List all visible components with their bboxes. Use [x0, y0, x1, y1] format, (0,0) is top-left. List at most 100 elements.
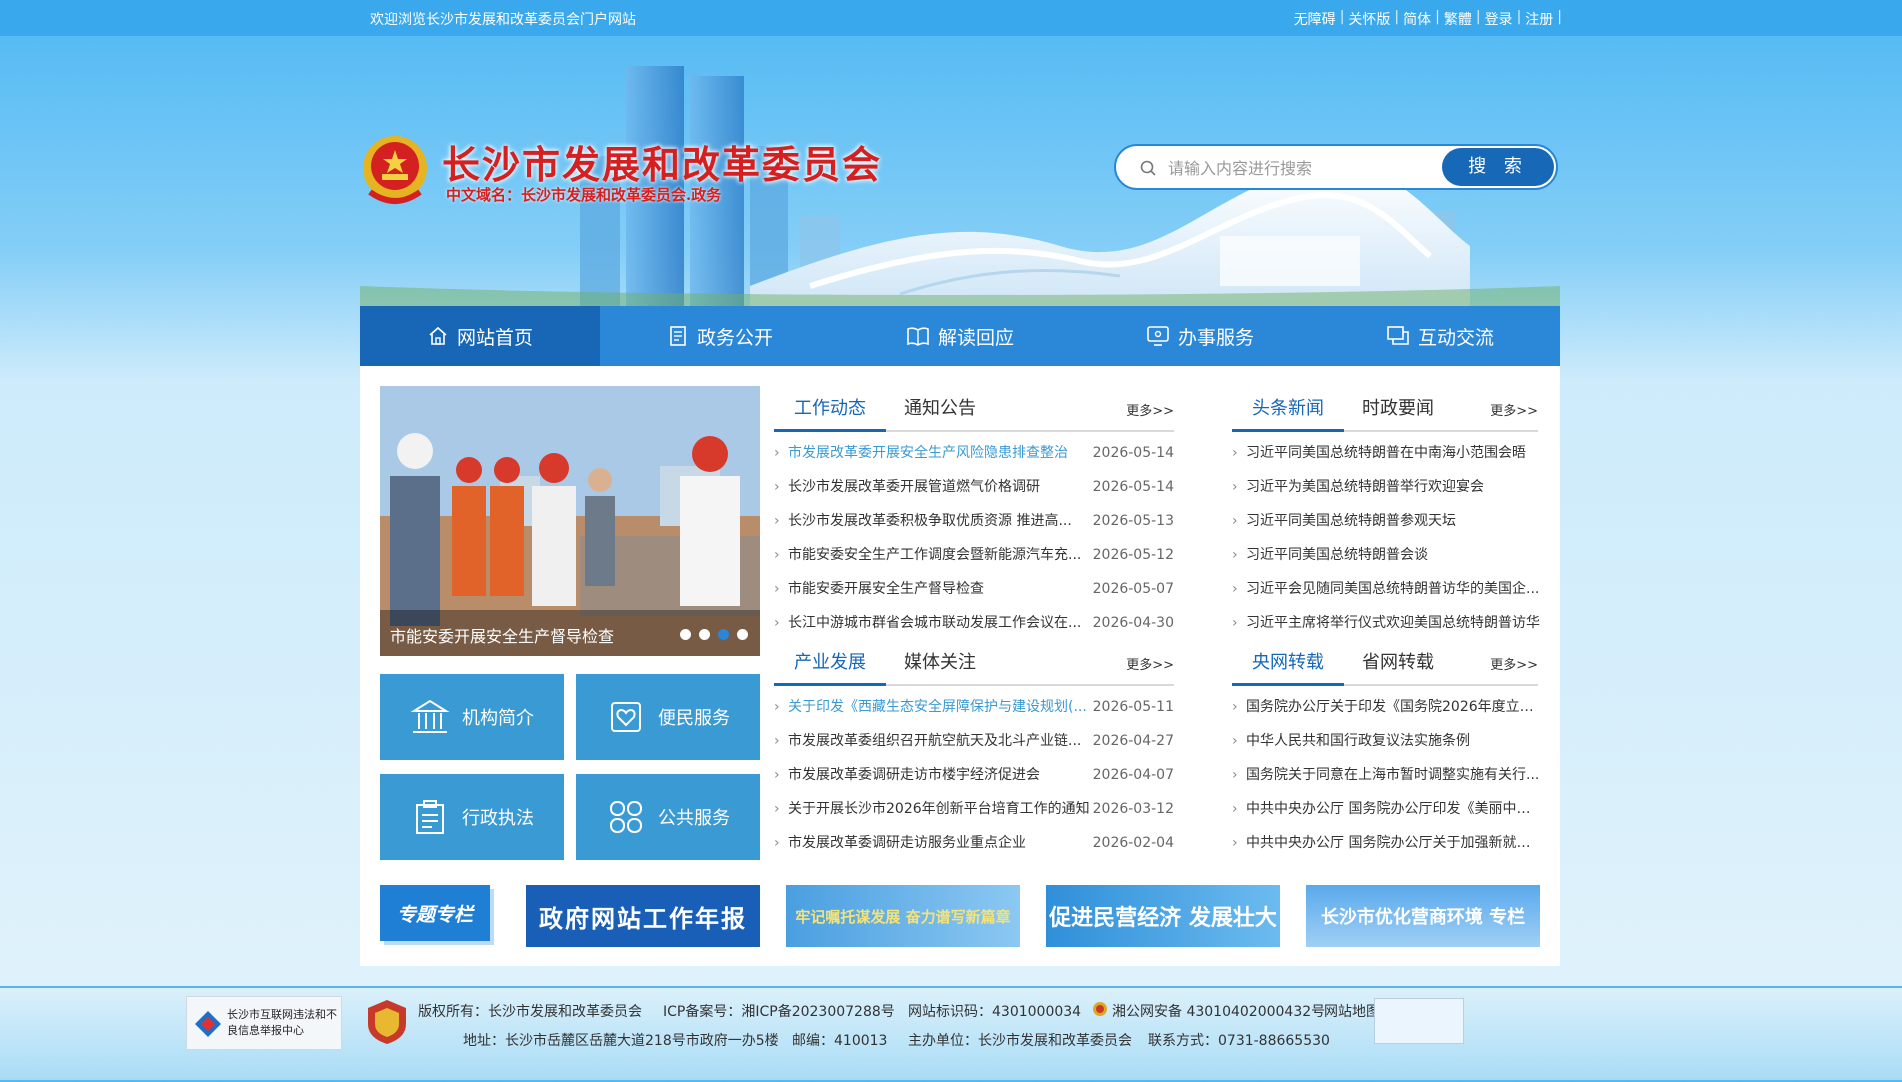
accessibility-link[interactable]: 无障碍	[1294, 9, 1336, 29]
slider-dots	[672, 629, 748, 640]
footer-sitemap[interactable]: 网站地图	[1324, 1001, 1380, 1021]
document-icon	[670, 326, 686, 346]
login-link[interactable]: 登录	[1485, 9, 1513, 29]
welcome-text: 欢迎浏览长沙市发展和改革委员会门户网站	[370, 12, 636, 28]
traditional-link[interactable]: 繁體	[1444, 9, 1472, 29]
list-item[interactable]: 习近平会见随同美国总统特朗普访华的美国企...	[1232, 572, 1539, 606]
list-item[interactable]: 中华人民共和国行政复议法实施条例	[1232, 724, 1538, 758]
slider-dot[interactable]	[699, 629, 710, 640]
list-item[interactable]: 市发展改革委调研走访市楼宇经济促进会2026-04-07	[774, 758, 1174, 792]
list-item[interactable]: 市能安委开展安全生产督导检查2026-05-07	[774, 572, 1174, 606]
list-item[interactable]: 中共中央办公厅 国务院办公厅印发《美丽中国...	[1232, 792, 1542, 826]
work-news-list: 市发展改革委开展安全生产风险隐患排查整治2026-05-14 长沙市发展改革委开…	[774, 436, 1174, 640]
list-item[interactable]: 长沙市发展改革委开展管道燃气价格调研2026-05-14	[774, 470, 1174, 504]
nav-services[interactable]: 办事服务	[1080, 306, 1320, 366]
list-item[interactable]: 关于印发《西藏生态安全屏障保护与建设规划(...2026-05-11	[774, 690, 1174, 724]
national-emblem-logo	[363, 136, 427, 204]
banner-annual-report[interactable]: 政府网站工作年报	[526, 885, 760, 947]
nav-interaction[interactable]: 互动交流	[1320, 306, 1560, 366]
report-center-badge[interactable]: 长沙市互联网违法和不良信息举报中心	[186, 996, 342, 1050]
tile-public-services[interactable]: 公共服务	[576, 774, 760, 860]
search-box: 搜 索	[1114, 144, 1558, 190]
list-item[interactable]: 习近平主席将举行仪式欢迎美国总统特朗普访华	[1232, 606, 1540, 640]
footer-icp[interactable]: ICP备案号：湘ICP备2023007288号	[663, 1001, 895, 1021]
list-item[interactable]: 习近平同美国总统特朗普会谈	[1232, 538, 1538, 572]
tile-institution[interactable]: 机构简介	[380, 674, 564, 760]
list-item[interactable]: 市发展改革委调研走访服务业重点企业2026-02-04	[774, 826, 1174, 860]
more-link[interactable]: 更多>>	[1126, 400, 1174, 419]
chat-icon	[1387, 326, 1409, 345]
list-item[interactable]: 长江中游城市群省会城市联动发展工作会议在...2026-04-30	[774, 606, 1174, 640]
tab-notices[interactable]: 通知公告	[904, 394, 976, 420]
industry-tabs: 产业发展 媒体关注 更多>>	[774, 640, 1174, 686]
register-link[interactable]: 注册	[1525, 9, 1553, 29]
tile-public-services-label: 公共服务	[658, 808, 730, 829]
main-nav: 网站首页 政务公开 解读回应 办事服务 互动交流	[360, 306, 1560, 366]
tab-politics[interactable]: 时政要闻	[1362, 394, 1434, 420]
tab-industry[interactable]: 产业发展	[794, 648, 866, 674]
footer-contact: 联系方式：0731-88665530	[1148, 1033, 1330, 1049]
elderly-mode-link[interactable]: 关怀版	[1348, 9, 1390, 29]
error-report-badge-placeholder[interactable]	[1374, 998, 1464, 1044]
list-item[interactable]: 习近平同美国总统特朗普参观天坛	[1232, 504, 1538, 538]
nav-home-label: 网站首页	[456, 326, 533, 349]
central-panel: 央网转载 省网转载 更多>> 国务院办公厅关于印发《国务院2026年度立法...…	[1232, 640, 1542, 860]
special-topics-label[interactable]: 专题专栏	[380, 885, 490, 941]
slider-dot[interactable]	[680, 629, 691, 640]
book-icon	[907, 327, 929, 346]
industry-panel: 产业发展 媒体关注 更多>> 关于印发《西藏生态安全屏障保护与建设规划(...2…	[774, 640, 1174, 860]
tile-public-service[interactable]: 便民服务	[576, 674, 760, 760]
tab-central-reprint[interactable]: 央网转载	[1252, 648, 1324, 674]
industry-list: 关于印发《西藏生态安全屏障保护与建设规划(...2026-05-11 市发展改革…	[774, 690, 1174, 860]
list-item[interactable]: 长沙市发展改革委积极争取优质资源 推进高...2026-05-13	[774, 504, 1174, 538]
tab-headlines[interactable]: 头条新闻	[1252, 394, 1324, 420]
nav-interaction-label: 互动交流	[1417, 326, 1494, 349]
more-link[interactable]: 更多>>	[1490, 400, 1538, 419]
slider-dot-active[interactable]	[718, 629, 729, 640]
list-item[interactable]: 市能安委安全生产工作调度会暨新能源汽车充...2026-05-12	[774, 538, 1174, 572]
nav-interpretation[interactable]: 解读回应	[840, 306, 1080, 366]
nav-gov-affairs[interactable]: 政务公开	[600, 306, 840, 366]
footer-host: 主办单位：长沙市发展和改革委员会	[908, 1033, 1132, 1049]
tab-media[interactable]: 媒体关注	[904, 648, 976, 674]
list-item[interactable]: 市发展改革委开展安全生产风险隐患排查整治2026-05-14	[774, 436, 1174, 470]
active-tab-underline	[1232, 429, 1344, 432]
tab-provincial-reprint[interactable]: 省网转载	[1362, 648, 1434, 674]
list-item[interactable]: 国务院关于同意在上海市暂时调整实施有关行...	[1232, 758, 1539, 792]
list-item[interactable]: 国务院办公厅关于印发《国务院2026年度立法...	[1232, 690, 1542, 724]
banner-private-economy-text: 促进民营经济 发展壮大	[1049, 906, 1277, 931]
site-title: 长沙市发展和改革委员会	[442, 142, 883, 187]
photo-slider[interactable]: 市能安委开展安全生产督导检查	[380, 386, 760, 656]
footer-police-record[interactable]: 湘公网安备 43010402000432号	[1112, 1001, 1325, 1021]
tile-institution-label: 机构简介	[462, 708, 534, 729]
tile-law-enforcement[interactable]: 行政执法	[380, 774, 564, 860]
banner-private-economy[interactable]: 促进民营经济 发展壮大	[1046, 885, 1280, 947]
heart-card-icon	[611, 702, 641, 732]
tab-work-dynamics[interactable]: 工作动态	[794, 394, 866, 420]
list-item[interactable]: 中共中央办公厅 国务院办公厅关于加强新就业...	[1232, 826, 1542, 860]
more-link[interactable]: 更多>>	[1126, 654, 1174, 673]
more-link[interactable]: 更多>>	[1490, 654, 1538, 673]
banner-business-environment[interactable]: 长沙市优化营商环境 专栏	[1306, 885, 1540, 947]
search-button[interactable]: 搜 索	[1442, 148, 1554, 186]
nav-home[interactable]: 网站首页	[360, 306, 600, 366]
list-item[interactable]: 习近平为美国总统特朗普举行欢迎宴会	[1232, 470, 1538, 504]
slider-dot[interactable]	[737, 629, 748, 640]
simplified-link[interactable]: 简体	[1403, 9, 1431, 29]
tile-public-service-label: 便民服务	[658, 708, 730, 729]
top-links: 无障碍 | 关怀版 | 简体 | 繁體 | 登录 | 注册 |	[1293, 9, 1562, 29]
footer-copyright: 版权所有：长沙市发展和改革委员会	[418, 1004, 642, 1020]
banner-development-text: 牢记嘱托谋发展 奋力谱写新篇章	[795, 907, 1011, 926]
active-tab-underline	[774, 683, 886, 686]
list-item[interactable]: 关于开展长沙市2026年创新平台培育工作的通知2026-03-12	[774, 792, 1174, 826]
report-center-text: 长沙市互联网违法和不良信息举报中心	[227, 1008, 337, 1037]
banner-business-environment-text: 长沙市优化营商环境 专栏	[1320, 907, 1526, 928]
tile-law-enforcement-label: 行政执法	[462, 808, 534, 829]
gov-emblem-badge[interactable]	[366, 998, 408, 1046]
slider-caption[interactable]: 市能安委开展安全生产督导检查	[390, 623, 614, 647]
search-icon	[1140, 160, 1156, 176]
list-item[interactable]: 习近平同美国总统特朗普在中南海小范围会晤	[1232, 436, 1538, 470]
banner-development[interactable]: 牢记嘱托谋发展 奋力谱写新篇章	[786, 885, 1020, 947]
search-input[interactable]	[1166, 154, 1440, 182]
list-item[interactable]: 市发展改革委组织召开航空航天及北斗产业链...2026-04-27	[774, 724, 1174, 758]
